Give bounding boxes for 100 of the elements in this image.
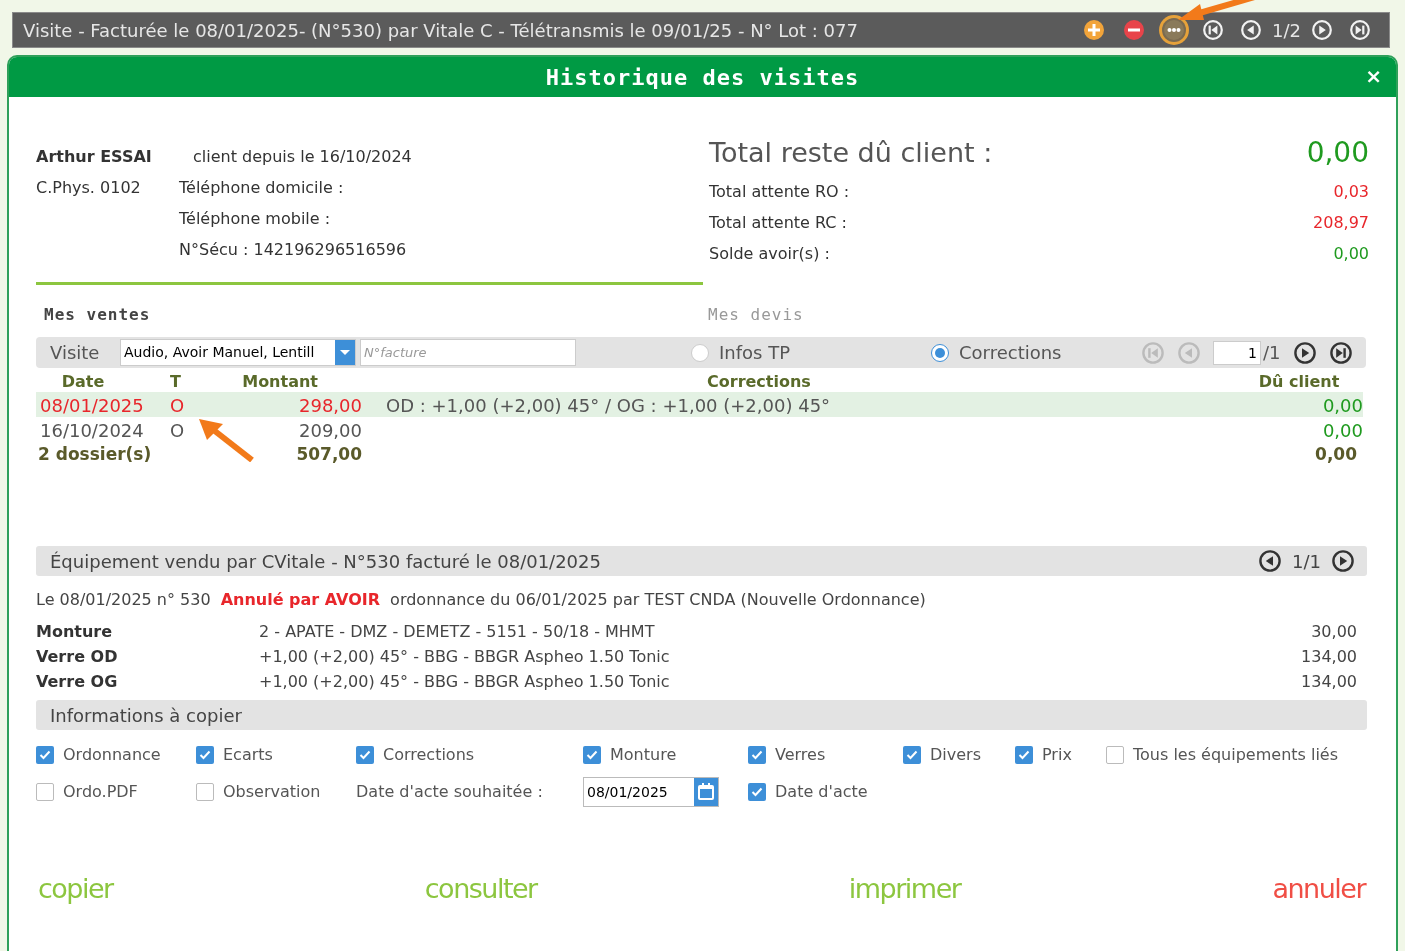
total-due-value: 0,00 [1306, 135, 1369, 171]
type-dropdown[interactable]: Audio, Avoir Manuel, Lentill [120, 339, 356, 366]
action-link[interactable]: annuler [1272, 869, 1365, 910]
cancel-notice: Annulé par AVOIR [220, 589, 381, 610]
checkbox[interactable] [748, 745, 766, 764]
checkbox[interactable] [903, 745, 921, 764]
checkbox-label: Tous les équipements liés [1133, 743, 1339, 766]
checkbox-label: Date d'acte [775, 780, 868, 803]
visit-title: Visite - Facturée le 08/01/2025- (N°530) par Vitale C - Télétransmis le 09/01/25 - N° Lot : 077 [23, 18, 859, 43]
item-label: Monture [36, 620, 114, 643]
checkbox-label: Prix [1042, 743, 1072, 766]
radio-button[interactable] [931, 343, 949, 362]
total-value: 0,00 [1333, 243, 1369, 264]
table-cell-text: O [170, 394, 186, 418]
calendar-icon[interactable] [694, 778, 718, 806]
checkbox-label: Corrections [383, 743, 475, 766]
prescription-info: ordonnance du 06/01/2025 par TEST CNDA (Nouvelle Ordonnance) [390, 589, 926, 610]
total-label: Total attente RO : [709, 181, 850, 202]
table-cell-text: OD : +1,00 (+2,00) 45° / OG : +1,00 (+2,00) 45° [385, 394, 832, 418]
item-label: Verre OD [36, 645, 119, 668]
table-cell-text: O [170, 419, 186, 443]
column-header: Dû client [1257, 371, 1341, 393]
invoice-field[interactable]: N°facture [360, 339, 576, 366]
checkbox-label: Observation [223, 780, 321, 803]
client-since: client depuis le 16/10/2024 [192, 146, 412, 166]
checkbox[interactable] [356, 745, 374, 764]
client-detail: Téléphone domicile : [179, 177, 345, 197]
checkbox-label: Monture [610, 743, 677, 766]
item-price: 134,00 [1300, 645, 1357, 668]
total-value: 208,97 [1313, 212, 1369, 233]
page-field[interactable]: 1 [1213, 340, 1261, 365]
total-count: 2 dossier(s) [37, 443, 153, 466]
column-header: T [170, 371, 182, 393]
checkbox-label: Ecarts [223, 743, 273, 766]
total-label: Solde avoir(s) : [709, 243, 830, 264]
total-due-label: Total reste dû client : [709, 135, 993, 170]
client-detail: N°Sécu : 142196296516596 [179, 239, 408, 259]
checkbox[interactable] [748, 782, 766, 801]
last-page-icon[interactable] [1328, 340, 1353, 365]
radio-button[interactable] [691, 343, 709, 362]
date-label: Date d'acte souhaitée : [356, 780, 544, 803]
filter-label: Visite [50, 341, 101, 365]
client-detail: Téléphone mobile : [179, 208, 332, 228]
page-indicator: 1/2 [1272, 18, 1301, 43]
section-tab[interactable]: Mes ventes [36, 303, 708, 327]
total-value: 0,03 [1333, 181, 1369, 202]
copy-info-title: Informations à copier [50, 703, 242, 728]
total-amount: 507,00 [295, 443, 362, 466]
more-icon[interactable] [1162, 18, 1187, 42]
table-cell-text: 0,00 [1321, 394, 1363, 418]
dialog-title: Historique des visites [545, 63, 860, 92]
date-field[interactable]: 08/01/2025 [583, 777, 719, 807]
previous-icon[interactable] [1240, 19, 1263, 41]
total-due: 0,00 [1314, 443, 1358, 466]
next-icon[interactable] [1331, 549, 1355, 573]
item-description: 2 - APATE - DMZ - DEMETZ - 5151 - 50/18 - MHMT [259, 620, 656, 643]
item-label: Verre OG [36, 670, 119, 693]
column-header: Date [60, 371, 106, 393]
radio-label: Infos TP [719, 341, 790, 365]
checkbox-label: Verres [775, 743, 826, 766]
checkbox[interactable] [196, 782, 214, 801]
checkbox[interactable] [1106, 745, 1124, 764]
dropdown-caret-icon[interactable] [335, 340, 355, 365]
equipment-title: Équipement vendu par CVitale - N°530 facturé le 08/01/2025 [50, 549, 602, 574]
previous-icon[interactable] [1258, 549, 1283, 573]
client-code: C.Phys. 0102 [36, 177, 142, 197]
first-page-icon[interactable] [1202, 19, 1225, 41]
close-button[interactable]: × [1365, 61, 1382, 91]
column-header: Montant [241, 371, 319, 393]
table-cell-text: 08/01/2025 [39, 394, 145, 418]
next-icon[interactable] [1292, 340, 1317, 365]
table-row[interactable]: 16/10/2024 O 209,00 0,00 [36, 417, 1363, 442]
sale-info: Le 08/01/2025 n° 530 [36, 589, 211, 610]
total-label: Total attente RC : [709, 212, 847, 233]
arrow-annotation [197, 418, 255, 462]
table-row[interactable]: 08/01/2025 O 298,00 OD : +1,00 (+2,00) 45° / OG : +1,00 (+2,00) 45° 0,00 [36, 392, 1363, 417]
item-description: +1,00 (+2,00) 45° - BBG - BBGR Aspheo 1.50 Tonic [259, 645, 671, 668]
table-cell-text: 16/10/2024 [39, 419, 145, 443]
table-cell-text: 209,00 [299, 419, 362, 443]
radio-label: Corrections [959, 341, 1062, 365]
remove-icon[interactable] [1122, 18, 1147, 42]
date-value: 08/01/2025 [586, 782, 669, 802]
item-description: +1,00 (+2,00) 45° - BBG - BBGR Aspheo 1.50 Tonic [259, 670, 671, 693]
checkbox[interactable] [1015, 745, 1033, 764]
table-cell-text: 298,00 [299, 394, 362, 418]
checkbox[interactable] [36, 782, 54, 801]
page-indicator: 1/1 [1292, 549, 1321, 574]
table-cell-text: 0,00 [1321, 419, 1363, 443]
item-price: 134,00 [1300, 670, 1357, 693]
checkbox-label: Divers [930, 743, 981, 766]
checkbox[interactable] [583, 745, 601, 764]
checkbox[interactable] [36, 745, 54, 764]
client-name: Arthur ESSAI [36, 146, 153, 166]
page-total: /1 [1263, 341, 1281, 365]
checkbox-label: Ordo.PDF [63, 780, 138, 803]
dropdown-value: Audio, Avoir Manuel, Lentill [123, 343, 316, 362]
item-price: 30,00 [1310, 620, 1357, 643]
checkbox-label: Ordonnance [63, 743, 161, 766]
add-icon[interactable] [1082, 18, 1107, 42]
checkbox[interactable] [196, 745, 214, 764]
